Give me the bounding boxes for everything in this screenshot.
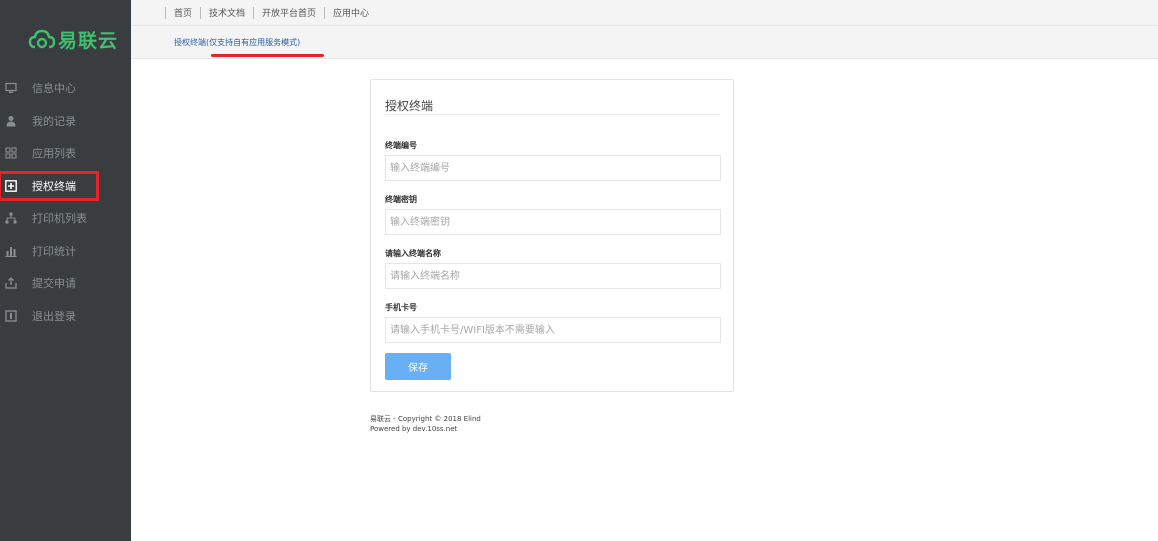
top-navigation: 首页 技术文档 开放平台首页 应用中心: [131, 0, 1158, 26]
sidebar-item-label: 我的记录: [32, 114, 76, 128]
sitemap-icon: [4, 211, 18, 225]
terminal-key-label: 终端密钥: [385, 195, 417, 204]
monitor-icon: [4, 81, 18, 95]
sidebar: 易联云 信息中心 我的记录 应用列表 授权终端 打印机列表 打印统计 提交申请 …: [0, 0, 131, 541]
sidebar-item-label: 打印统计: [32, 244, 76, 258]
nav-divider: [200, 6, 202, 19]
sidebar-item-authorize-terminal[interactable]: 授权终端: [0, 170, 131, 203]
save-button[interactable]: 保存: [385, 353, 451, 380]
nav-divider: [253, 6, 255, 19]
nav-link-tech-docs[interactable]: 技术文档: [209, 6, 245, 19]
sidebar-item-info-center[interactable]: 信息中心: [0, 72, 131, 105]
footer: 易联云 - Copyright © 2018 Elind Powered by …: [370, 414, 481, 434]
nav-divider: [324, 6, 326, 19]
terminal-number-label: 终端编号: [385, 141, 417, 150]
logout-icon: [4, 309, 18, 323]
powered-by-text: Powered by dev.10ss.net: [370, 425, 458, 433]
terminal-name-input[interactable]: [385, 263, 721, 289]
cloud-logo-icon: [28, 29, 56, 48]
copyright-text: 易联云 - Copyright © 2018 Elind: [370, 415, 481, 423]
title-divider: [385, 114, 720, 115]
phone-card-label: 手机卡号: [385, 303, 417, 312]
nav-link-app-center[interactable]: 应用中心: [333, 6, 369, 19]
annotation-underline: [211, 54, 324, 57]
sidebar-item-label: 打印机列表: [32, 212, 87, 226]
annotation-highlight-box: [0, 170, 99, 201]
grid-icon: [4, 146, 18, 160]
sidebar-item-logout[interactable]: 退出登录: [0, 300, 131, 333]
form-title: 授权终端: [385, 99, 434, 113]
phone-card-input[interactable]: [385, 317, 721, 343]
sidebar-menu: 信息中心 我的记录 应用列表 授权终端 打印机列表 打印统计 提交申请 退出登录: [0, 72, 131, 332]
sidebar-item-label: 退出登录: [32, 309, 76, 323]
terminal-name-label: 请输入终端名称: [385, 249, 441, 258]
sub-header: 授权终端(仅支持自有应用服务模式): [131, 26, 1158, 59]
bar-chart-icon: [4, 244, 18, 258]
sidebar-item-printer-list[interactable]: 打印机列表: [0, 202, 131, 235]
sidebar-item-app-list[interactable]: 应用列表: [0, 137, 131, 170]
sidebar-item-print-stats[interactable]: 打印统计: [0, 235, 131, 268]
sidebar-item-label: 提交申请: [32, 277, 76, 291]
brand-name: 易联云: [58, 30, 119, 52]
upload-icon: [4, 276, 18, 290]
sidebar-item-submit-application[interactable]: 提交申请: [0, 267, 131, 300]
breadcrumb[interactable]: 授权终端(仅支持自有应用服务模式): [174, 37, 300, 48]
nav-link-home[interactable]: 首页: [174, 6, 192, 19]
terminal-number-input[interactable]: [385, 155, 721, 181]
terminal-key-input[interactable]: [385, 209, 721, 235]
user-icon: [4, 114, 18, 128]
sidebar-item-my-records[interactable]: 我的记录: [0, 105, 131, 138]
sidebar-item-label: 信息中心: [32, 82, 76, 96]
nav-divider: [165, 6, 166, 19]
sidebar-item-label: 应用列表: [32, 147, 76, 161]
brand-logo[interactable]: 易联云: [28, 26, 118, 53]
authorize-terminal-form: 授权终端 终端编号 终端密钥 请输入终端名称 手机卡号 保存: [370, 79, 734, 392]
nav-link-open-platform[interactable]: 开放平台首页: [262, 6, 316, 19]
